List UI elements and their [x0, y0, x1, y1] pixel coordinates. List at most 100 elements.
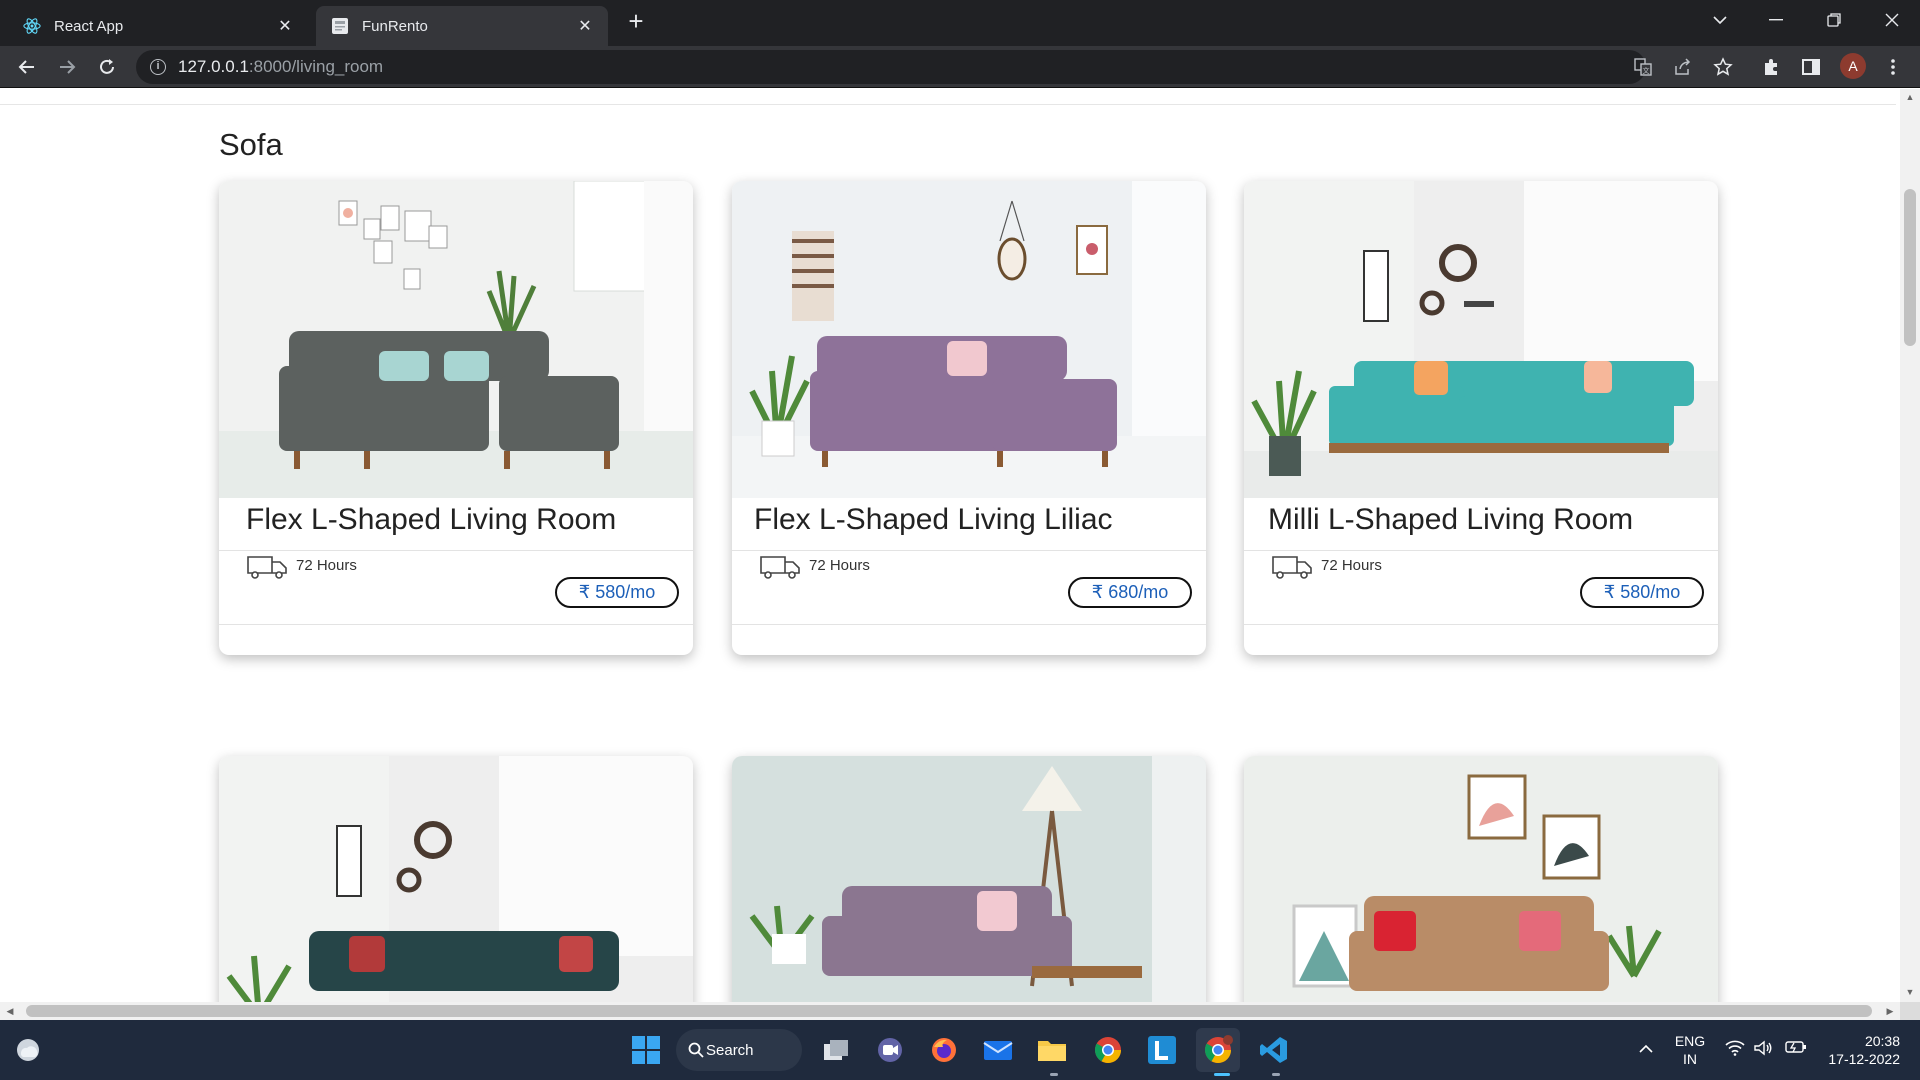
volume-icon[interactable] — [1752, 1040, 1774, 1060]
sofa-graphic — [1349, 896, 1609, 991]
price-button[interactable]: ₹ 580/mo — [555, 577, 679, 608]
chrome-profile-icon[interactable] — [1196, 1028, 1240, 1072]
scrollbar-corner — [1900, 1002, 1920, 1020]
more-menu-icon[interactable] — [1880, 54, 1906, 80]
sofa-graphic — [1329, 361, 1694, 453]
firefox-icon[interactable] — [922, 1028, 966, 1072]
scroll-up-icon[interactable]: ▲ — [1905, 92, 1915, 102]
product-card[interactable]: Flex L-Shaped Living Room 72 Hours ₹ 580… — [219, 181, 693, 655]
delivery-truck-icon — [760, 556, 800, 579]
minimize-button[interactable] — [1748, 0, 1804, 40]
horizontal-scroll-thumb[interactable] — [26, 1005, 1872, 1017]
product-card[interactable] — [1244, 756, 1718, 1002]
product-name[interactable]: Milli L-Shaped Living Room — [1268, 503, 1633, 537]
side-panel-icon[interactable] — [1798, 54, 1824, 80]
sofa-graphic — [822, 886, 1072, 976]
page-icon — [330, 16, 350, 36]
vertical-scrollbar[interactable]: ▲ ▼ — [1900, 89, 1920, 1002]
clock-date: 17-12-2022 — [1828, 1051, 1900, 1067]
delivery-time: 72 Hours — [1321, 557, 1382, 574]
card-divider — [732, 624, 1206, 625]
product-card[interactable] — [732, 756, 1206, 1002]
price-button[interactable]: ₹ 580/mo — [1580, 577, 1704, 608]
scroll-right-icon[interactable]: ▶ — [1884, 1005, 1896, 1017]
translate-icon[interactable]: 文 — [1630, 54, 1656, 80]
profile-avatar[interactable]: A — [1840, 53, 1866, 79]
close-window-button[interactable] — [1864, 0, 1920, 40]
price-button[interactable]: ₹ 680/mo — [1068, 577, 1192, 608]
section-title: Sofa — [219, 127, 283, 162]
product-name[interactable]: Flex L-Shaped Living Room — [246, 503, 616, 537]
product-image[interactable] — [1244, 756, 1718, 1002]
page-viewport: Sofa Flex L-Shaped Living Room 72 Hours … — [0, 89, 1900, 1002]
tab-search-chevron-icon[interactable] — [1692, 0, 1748, 40]
clock-time: 20:38 — [1864, 1033, 1900, 1049]
start-windows-icon[interactable] — [624, 1028, 668, 1072]
reload-icon[interactable] — [92, 52, 122, 82]
card-divider — [1244, 624, 1718, 625]
battery-icon[interactable] — [1784, 1040, 1808, 1058]
search-icon — [688, 1042, 704, 1058]
product-image[interactable] — [219, 181, 693, 498]
delivery-time: 72 Hours — [809, 557, 870, 574]
region-label: IN — [1683, 1051, 1697, 1067]
scroll-down-icon[interactable]: ▼ — [1905, 987, 1915, 997]
share-icon[interactable] — [1670, 54, 1696, 80]
restore-button[interactable] — [1806, 0, 1862, 40]
windows-taskbar: Search ENG IN 20:38 17-12-2022 — [0, 1020, 1920, 1080]
delivery-truck-icon — [247, 556, 287, 579]
task-view-icon[interactable] — [814, 1028, 858, 1072]
running-indicator — [1050, 1073, 1058, 1076]
back-icon[interactable] — [12, 52, 42, 82]
site-info-icon[interactable]: i — [150, 59, 166, 75]
product-image[interactable] — [732, 756, 1206, 1002]
running-indicator — [1272, 1073, 1280, 1076]
card-divider — [732, 550, 1206, 551]
tab-title: FunRento — [362, 17, 428, 35]
launcher-l-icon[interactable] — [1140, 1028, 1184, 1072]
taskbar-search-button[interactable]: Search — [676, 1029, 802, 1071]
language-indicator[interactable]: ENG IN — [1672, 1032, 1708, 1068]
product-image[interactable] — [1244, 181, 1718, 498]
scroll-left-icon[interactable]: ◀ — [4, 1005, 16, 1017]
bookmark-star-icon[interactable] — [1710, 54, 1736, 80]
mail-icon[interactable] — [976, 1028, 1020, 1072]
clock[interactable]: 20:38 17-12-2022 — [1820, 1032, 1900, 1068]
show-hidden-icons-chevron-icon[interactable] — [1636, 1040, 1656, 1058]
wifi-icon[interactable] — [1724, 1040, 1746, 1060]
new-tab-button[interactable]: + — [622, 8, 650, 36]
tab-funrento[interactable]: FunRento ✕ — [316, 6, 608, 46]
file-explorer-icon[interactable] — [1030, 1028, 1074, 1072]
forward-icon[interactable] — [52, 52, 82, 82]
url-host: 127.0.0.1 — [178, 57, 249, 76]
product-image[interactable] — [732, 181, 1206, 498]
product-name[interactable]: Flex L-Shaped Living Liliac — [754, 503, 1113, 537]
address-bar[interactable]: i 127.0.0.1:8000/living_room — [136, 50, 1646, 84]
header-divider — [0, 104, 1896, 105]
product-card[interactable]: Flex L-Shaped Living Liliac 72 Hours ₹ 6… — [732, 181, 1206, 655]
close-tab-icon[interactable]: ✕ — [276, 17, 294, 35]
weather-widget-icon[interactable] — [6, 1028, 50, 1072]
product-image[interactable] — [219, 756, 693, 1002]
chrome-icon[interactable] — [1086, 1028, 1130, 1072]
vscode-icon[interactable] — [1252, 1028, 1296, 1072]
url-path: :8000/living_room — [248, 57, 384, 76]
vertical-scroll-thumb[interactable] — [1904, 189, 1916, 346]
browser-tab-strip: React App ✕ FunRento ✕ + — [0, 0, 1920, 46]
browser-toolbar: i 127.0.0.1:8000/living_room 文 — [0, 46, 1920, 88]
react-logo-icon — [22, 16, 42, 36]
extensions-puzzle-icon[interactable] — [1758, 54, 1784, 80]
product-card[interactable] — [219, 756, 693, 1002]
card-divider — [219, 550, 693, 551]
sofa-graphic — [309, 931, 619, 991]
delivery-time: 72 Hours — [296, 557, 357, 574]
card-divider — [1244, 550, 1718, 551]
search-label: Search — [706, 1041, 754, 1059]
close-tab-icon[interactable]: ✕ — [576, 17, 594, 35]
tab-react-app[interactable]: React App ✕ — [8, 6, 308, 46]
product-card[interactable]: Milli L-Shaped Living Room 72 Hours ₹ 58… — [1244, 181, 1718, 655]
active-indicator — [1214, 1073, 1230, 1076]
horizontal-scrollbar[interactable]: ◀ ▶ — [0, 1002, 1900, 1020]
card-divider — [219, 624, 693, 625]
teams-chat-icon[interactable] — [868, 1028, 912, 1072]
